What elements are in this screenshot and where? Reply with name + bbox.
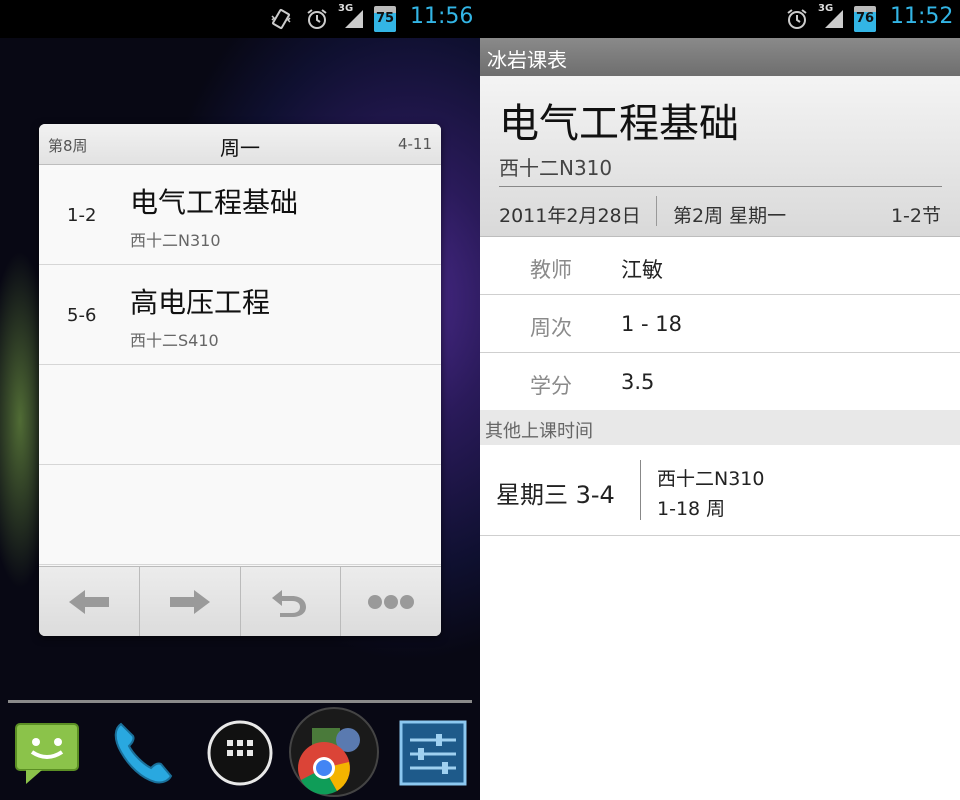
chrome-icon[interactable] bbox=[288, 706, 380, 798]
dock-divider bbox=[8, 700, 472, 703]
next-day-button[interactable] bbox=[140, 567, 241, 636]
more-button[interactable] bbox=[341, 567, 441, 636]
app-drawer-icon[interactable] bbox=[205, 718, 275, 788]
credits-label: 学分 bbox=[530, 374, 572, 398]
teacher-label: 教师 bbox=[530, 258, 572, 282]
teacher-value: 江敏 bbox=[621, 258, 663, 282]
course-name: 高电压工程 bbox=[130, 286, 271, 319]
signal-icon bbox=[825, 10, 843, 28]
weeks-label: 周次 bbox=[530, 316, 572, 340]
messaging-icon[interactable] bbox=[12, 718, 82, 788]
alarm-icon bbox=[787, 9, 807, 29]
home-screen: 3G 75 11:56 第8周 周一 4-11 1-2 电气工程基础 西十二N3… bbox=[0, 0, 480, 800]
other-time-row[interactable]: 星期三 3-4 西十二N310 1-18 周 bbox=[480, 445, 960, 536]
course-date: 2011年2月28日 bbox=[499, 205, 641, 227]
battery-level: 75 bbox=[375, 11, 395, 26]
course-room: 西十二S410 bbox=[130, 331, 219, 350]
empty-row bbox=[39, 365, 441, 465]
clock: 11:52 bbox=[890, 4, 954, 29]
other-weeks: 1-18 周 bbox=[657, 498, 726, 520]
signal-icon bbox=[345, 10, 363, 28]
battery-icon: 76 bbox=[854, 6, 876, 32]
status-bar: 3G 76 11:52 bbox=[480, 0, 960, 38]
timetable-widget[interactable]: 第8周 周一 4-11 1-2 电气工程基础 西十二N310 5-6 高电压工程… bbox=[39, 124, 441, 636]
phone-icon[interactable] bbox=[107, 718, 177, 788]
course-period: 5-6 bbox=[67, 305, 97, 326]
credits-row: 学分 3.5 bbox=[480, 353, 960, 411]
course-week-day: 第2周 星期一 bbox=[673, 205, 787, 227]
left-arrow-icon bbox=[68, 589, 109, 614]
course-period: 1-2节 bbox=[890, 205, 941, 227]
widget-header: 第8周 周一 4-11 bbox=[39, 124, 441, 165]
date: 4-11 bbox=[397, 135, 432, 153]
battery-level: 76 bbox=[855, 11, 875, 26]
other-times-header: 其他上课时间 bbox=[480, 410, 960, 445]
divider bbox=[499, 186, 942, 187]
course-header: 电气工程基础 西十二N310 2011年2月28日 第2周 星期一 1-2节 bbox=[480, 76, 960, 237]
course-name: 电气工程基础 bbox=[499, 101, 739, 147]
empty-row bbox=[39, 465, 441, 565]
section-title: 其他上课时间 bbox=[485, 421, 593, 442]
battery-icon: 75 bbox=[374, 6, 396, 32]
app-title: 冰岩课表 bbox=[487, 48, 567, 72]
divider bbox=[656, 196, 657, 226]
right-arrow-icon bbox=[169, 589, 210, 614]
course-row[interactable]: 1-2 电气工程基础 西十二N310 bbox=[39, 165, 441, 265]
course-room: 西十二N310 bbox=[499, 156, 613, 180]
weeks-row: 周次 1 - 18 bbox=[480, 295, 960, 353]
weeks-value: 1 - 18 bbox=[621, 312, 683, 336]
more-icon bbox=[368, 594, 415, 609]
course-name: 电气工程基础 bbox=[130, 186, 299, 219]
teacher-row: 教师 江敏 bbox=[480, 237, 960, 295]
undo-icon bbox=[272, 589, 307, 617]
app-title-bar: 冰岩课表 bbox=[480, 38, 960, 76]
other-room: 西十二N310 bbox=[657, 468, 765, 490]
course-period: 1-2 bbox=[67, 205, 97, 226]
divider bbox=[640, 460, 641, 520]
alarm-icon bbox=[307, 9, 327, 29]
course-detail-screen: 3G 76 11:52 冰岩课表 电气工程基础 西十二N310 2011年2月2… bbox=[480, 0, 960, 800]
widget-nav-bar bbox=[39, 566, 441, 636]
credits-value: 3.5 bbox=[621, 370, 655, 394]
weekday: 周一 bbox=[220, 136, 260, 160]
status-bar: 3G 75 11:56 bbox=[0, 0, 480, 38]
other-time: 星期三 3-4 bbox=[496, 481, 615, 509]
vibrate-icon bbox=[271, 8, 291, 30]
clock: 11:56 bbox=[410, 4, 474, 29]
previous-day-button[interactable] bbox=[39, 567, 140, 636]
course-row[interactable]: 5-6 高电压工程 西十二S410 bbox=[39, 265, 441, 365]
course-room: 西十二N310 bbox=[130, 231, 221, 250]
settings-icon[interactable] bbox=[398, 718, 468, 788]
today-button[interactable] bbox=[241, 567, 342, 636]
